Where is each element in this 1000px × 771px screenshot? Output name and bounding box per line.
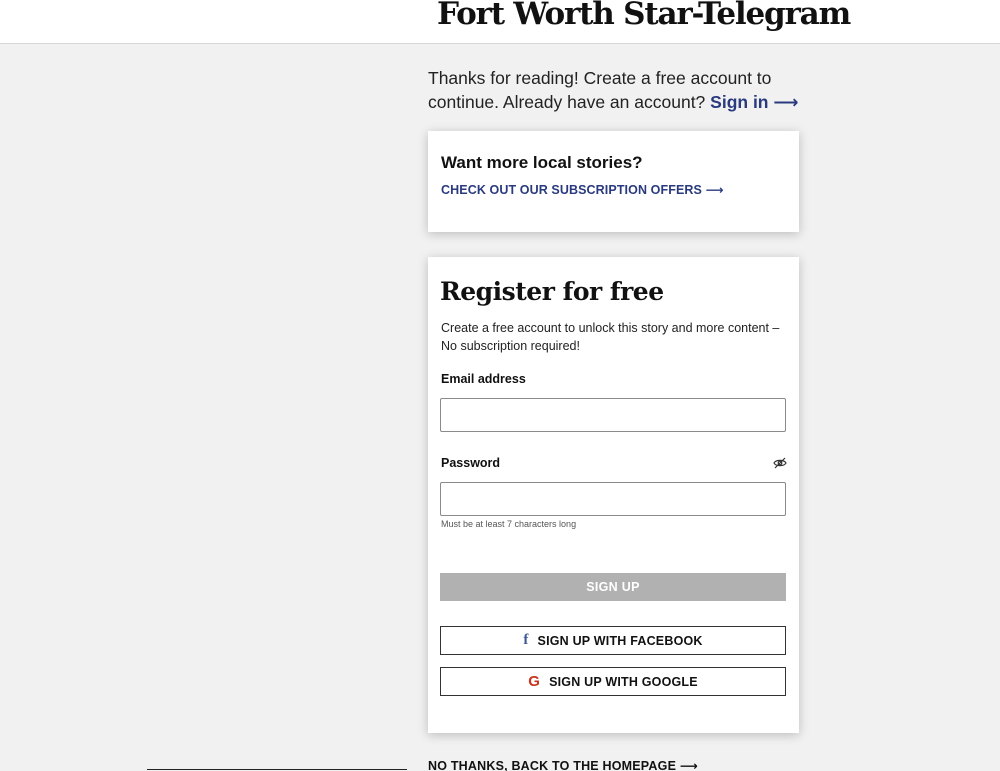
offers-title: Want more local stories?	[441, 153, 643, 172]
back-to-homepage-label: NO THANKS, BACK TO THE HOMEPAGE	[428, 759, 677, 771]
email-label: Email address	[441, 372, 526, 386]
eye-slash-icon[interactable]	[773, 457, 787, 469]
subscription-offers-card: Want more local stories? CHECK OUT OUR S…	[428, 131, 799, 232]
register-title: Register for free	[440, 277, 664, 306]
divider	[147, 769, 407, 770]
arrow-right-icon: ⟶	[705, 183, 724, 197]
site-header: Fort Worth Star-Telegram	[0, 0, 1000, 44]
password-field[interactable]	[440, 482, 786, 516]
google-signup-button[interactable]: G SIGN UP WITH GOOGLE	[440, 667, 786, 696]
facebook-signup-button[interactable]: f SIGN UP WITH FACEBOOK	[440, 626, 786, 655]
facebook-signup-label: SIGN UP WITH FACEBOOK	[537, 633, 703, 648]
email-field[interactable]	[440, 398, 786, 432]
google-icon: G	[528, 673, 541, 690]
sign-in-label: Sign in	[710, 92, 769, 112]
google-signup-label: SIGN UP WITH GOOGLE	[549, 674, 698, 689]
register-subtitle: Create a free account to unlock this sto…	[441, 321, 780, 353]
facebook-icon: f	[523, 632, 529, 648]
register-card: Register for free Create a free account …	[428, 257, 799, 733]
intro-message: Thanks for reading! Create a free accoun…	[428, 66, 808, 114]
arrow-right-icon: ⟶	[679, 759, 698, 771]
password-hint: Must be at least 7 characters long	[441, 519, 577, 529]
offers-link-label: CHECK OUT OUR SUBSCRIPTION OFFERS	[441, 183, 702, 197]
password-label: Password	[441, 456, 501, 470]
back-to-homepage-link[interactable]: NO THANKS, BACK TO THE HOMEPAGE ⟶	[428, 758, 698, 771]
site-logo[interactable]: Fort Worth Star-Telegram	[437, 0, 851, 32]
subscription-offers-link[interactable]: CHECK OUT OUR SUBSCRIPTION OFFERS ⟶	[441, 182, 724, 197]
arrow-right-icon: ⟶	[773, 92, 799, 112]
sign-in-link[interactable]: Sign in ⟶	[710, 92, 798, 112]
sign-up-button[interactable]: SIGN UP	[440, 573, 786, 601]
